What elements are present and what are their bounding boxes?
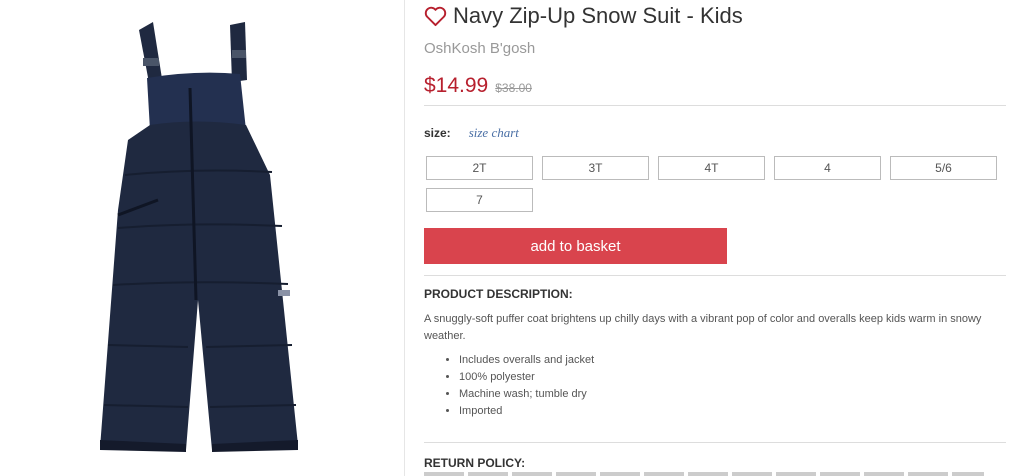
pane-divider — [404, 0, 405, 476]
size-option-5-6[interactable]: 5/6 — [890, 156, 997, 180]
brand-name[interactable]: OshKosh B'gosh — [424, 40, 535, 57]
size-label: size: — [424, 126, 451, 140]
size-option-4t[interactable]: 4T — [658, 156, 765, 180]
description-heading: PRODUCT DESCRIPTION: — [424, 287, 573, 301]
list-item: 100% polyester — [459, 369, 594, 386]
add-to-basket-button[interactable]: add to basket — [424, 228, 727, 264]
size-option-7[interactable]: 7 — [426, 188, 533, 212]
return-policy-heading: RETURN POLICY: — [424, 456, 526, 470]
price-row: $14.99 $38.00 — [424, 74, 532, 98]
size-option-4[interactable]: 4 — [774, 156, 881, 180]
divider — [424, 442, 1006, 443]
return-policy-text-cutoff — [424, 472, 984, 476]
sale-price: $14.99 — [424, 74, 489, 97]
list-item: Imported — [459, 403, 594, 420]
title-row: Navy Zip-Up Snow Suit - Kids — [424, 3, 743, 29]
size-row: size: size chart — [424, 125, 519, 141]
list-item: Includes overalls and jacket — [459, 352, 594, 369]
snow-overalls-image — [100, 22, 298, 452]
size-chart-link[interactable]: size chart — [469, 125, 519, 141]
size-option-3t[interactable]: 3T — [542, 156, 649, 180]
product-image[interactable] — [0, 0, 404, 476]
product-title: Navy Zip-Up Snow Suit - Kids — [453, 3, 743, 28]
divider — [424, 105, 1006, 106]
list-item: Machine wash; tumble dry — [459, 386, 594, 403]
original-price: $38.00 — [495, 81, 532, 95]
size-option-2t[interactable]: 2T — [426, 156, 533, 180]
feature-list: Includes overalls and jacket 100% polyes… — [459, 352, 594, 420]
description-text: A snuggly-soft puffer coat brightens up … — [424, 313, 982, 342]
heart-icon[interactable] — [424, 6, 447, 27]
divider — [424, 275, 1006, 276]
